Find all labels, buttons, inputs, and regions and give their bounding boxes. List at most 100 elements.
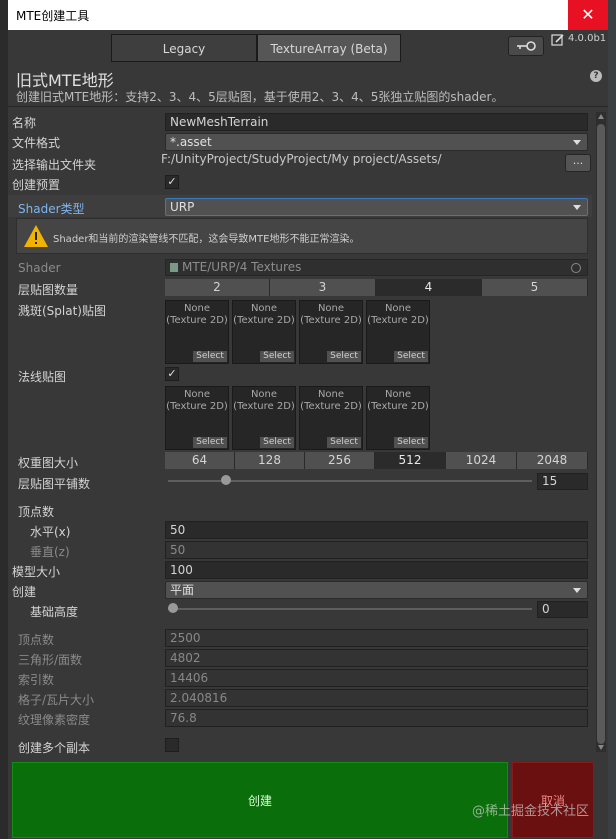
layer-count-option-5[interactable]: 5 xyxy=(482,279,588,296)
name-field[interactable]: NewMeshTerrain xyxy=(165,113,588,131)
slider-track xyxy=(168,608,532,610)
select-button[interactable]: Select xyxy=(193,437,227,448)
select-button[interactable]: Select xyxy=(260,351,294,362)
scrollbar[interactable] xyxy=(596,112,606,752)
window-title: MTE创建工具 xyxy=(16,9,90,23)
file-format-value: *.asset xyxy=(170,135,212,149)
file-format-label: 文件格式 xyxy=(12,136,61,150)
normal-map-checkbox[interactable]: ✓ xyxy=(165,367,179,381)
section-description: 创建旧式MTE地形：支持2、3、4、5层贴图，基于使用2、3、4、5张独立贴图的… xyxy=(16,90,504,104)
vertical-label: 垂直(z) xyxy=(30,545,70,559)
slot-text: None (Texture 2D) xyxy=(300,303,362,326)
scroll-up-icon[interactable] xyxy=(598,114,604,119)
model-size-label: 模型大小 xyxy=(12,565,61,579)
shader-type-dropdown[interactable]: URP xyxy=(165,198,588,216)
create-prefab-checkbox[interactable]: ✓ xyxy=(165,175,179,189)
weight-size-option-2048[interactable]: 2048 xyxy=(517,452,588,469)
weight-size-option-1024[interactable]: 1024 xyxy=(446,452,517,469)
select-button[interactable]: Select xyxy=(193,351,227,362)
stat-label: 格子/瓦片大小 xyxy=(18,693,95,707)
weight-size-selector: 64 128 256 512 1024 2048 xyxy=(165,452,588,469)
normal-slot[interactable]: None (Texture 2D) Select xyxy=(299,386,363,450)
warning-text: Shader和当前的渲染管线不匹配，这会导致MTE地形不能正常渲染。 xyxy=(53,234,360,245)
shader-field: MTE/URP/4 Textures xyxy=(165,259,588,276)
warning-icon xyxy=(24,225,48,247)
slider-knob[interactable] xyxy=(168,603,178,613)
create-button[interactable]: 创建 xyxy=(12,762,508,838)
multi-copy-checkbox[interactable] xyxy=(165,738,179,752)
splat-slot[interactable]: None (Texture 2D) Select xyxy=(232,300,296,364)
warning-box: Shader和当前的渲染管线不匹配，这会导致MTE地形不能正常渲染。 xyxy=(16,218,588,254)
layer-count-option-2[interactable]: 2 xyxy=(165,279,270,296)
tiling-label: 层贴图平铺数 xyxy=(18,477,91,491)
scrollbar-thumb[interactable] xyxy=(597,124,605,744)
horizontal-field[interactable]: 50 xyxy=(165,521,588,539)
slot-text: None (Texture 2D) xyxy=(166,303,228,326)
title-bar: MTE创建工具 ✕ xyxy=(8,0,608,30)
key-button[interactable] xyxy=(508,36,544,56)
tiling-slider[interactable] xyxy=(168,472,532,490)
normal-map-label: 法线贴图 xyxy=(18,370,67,384)
layer-count-option-3[interactable]: 3 xyxy=(270,279,376,296)
name-label: 名称 xyxy=(12,116,37,130)
stat-value: 76.8 xyxy=(165,709,588,727)
tab-bar: Legacy TextureArray (Beta) xyxy=(111,34,409,62)
model-size-field[interactable]: 100 xyxy=(165,561,588,579)
select-button[interactable]: Select xyxy=(394,437,428,448)
splat-slot[interactable]: None (Texture 2D) Select xyxy=(299,300,363,364)
stat-value: 4802 xyxy=(165,649,588,667)
vertex-count-label: 顶点数 xyxy=(18,505,55,519)
tab-texturearray[interactable]: TextureArray (Beta) xyxy=(257,34,401,62)
splat-slot[interactable]: None (Texture 2D) Select xyxy=(165,300,229,364)
shader-type-value: URP xyxy=(170,200,195,214)
slot-text: None (Texture 2D) xyxy=(300,389,362,412)
stat-label: 索引数 xyxy=(18,673,55,687)
key-icon xyxy=(517,41,536,51)
watermark: @稀土掘金技术社区 xyxy=(472,804,590,819)
close-button[interactable]: ✕ xyxy=(568,0,608,30)
create-mode-dropdown[interactable]: 平面 xyxy=(165,581,588,599)
browse-folder-button[interactable]: ... xyxy=(565,154,591,172)
edit-icon[interactable] xyxy=(551,33,565,47)
mte-window: MTE创建工具 ✕ Legacy TextureArray (Beta) 4.0… xyxy=(8,0,608,839)
normal-slot[interactable]: None (Texture 2D) Select xyxy=(366,386,430,450)
stat-label: 纹理像素密度 xyxy=(18,713,91,727)
chevron-down-icon xyxy=(573,205,581,210)
tab-legacy[interactable]: Legacy xyxy=(111,34,257,62)
splat-label: 溅斑(Splat)贴图 xyxy=(18,304,106,318)
object-picker-icon xyxy=(571,263,581,273)
help-icon[interactable]: ? xyxy=(590,70,602,82)
base-height-slider[interactable] xyxy=(168,600,532,618)
normal-slot[interactable]: None (Texture 2D) Select xyxy=(165,386,229,450)
weight-size-option-128[interactable]: 128 xyxy=(235,452,305,469)
select-button[interactable]: Select xyxy=(327,351,361,362)
horizontal-label: 水平(x) xyxy=(30,525,71,539)
background-left xyxy=(0,0,8,839)
weight-size-option-512[interactable]: 512 xyxy=(375,452,446,469)
stat-value: 2500 xyxy=(165,629,588,647)
stat-value: 2.040816 xyxy=(165,689,588,707)
splat-slot[interactable]: None (Texture 2D) Select xyxy=(366,300,430,364)
slot-text: None (Texture 2D) xyxy=(166,389,228,412)
create-mode-value: 平面 xyxy=(170,583,195,597)
layer-count-selector: 2 3 4 5 xyxy=(165,279,588,296)
scroll-down-icon[interactable] xyxy=(598,745,604,750)
shader-label: Shader xyxy=(18,261,61,275)
slot-text: None (Texture 2D) xyxy=(233,303,295,326)
weight-size-option-64[interactable]: 64 xyxy=(165,452,235,469)
weight-size-option-256[interactable]: 256 xyxy=(305,452,375,469)
layer-count-option-4[interactable]: 4 xyxy=(376,279,482,296)
file-format-dropdown[interactable]: *.asset xyxy=(165,133,588,151)
normal-slot[interactable]: None (Texture 2D) Select xyxy=(232,386,296,450)
select-button[interactable]: Select xyxy=(260,437,294,448)
chevron-down-icon xyxy=(573,588,581,593)
tiling-value[interactable]: 15 xyxy=(537,473,588,490)
base-height-value[interactable]: 0 xyxy=(537,601,588,618)
version-label: 4.0.0b1 xyxy=(568,33,607,44)
select-button[interactable]: Select xyxy=(327,437,361,448)
stat-value: 14406 xyxy=(165,669,588,687)
select-button[interactable]: Select xyxy=(394,351,428,362)
chevron-down-icon xyxy=(573,140,581,145)
shader-type-label: Shader类型 xyxy=(18,202,85,216)
slider-knob[interactable] xyxy=(221,475,232,485)
